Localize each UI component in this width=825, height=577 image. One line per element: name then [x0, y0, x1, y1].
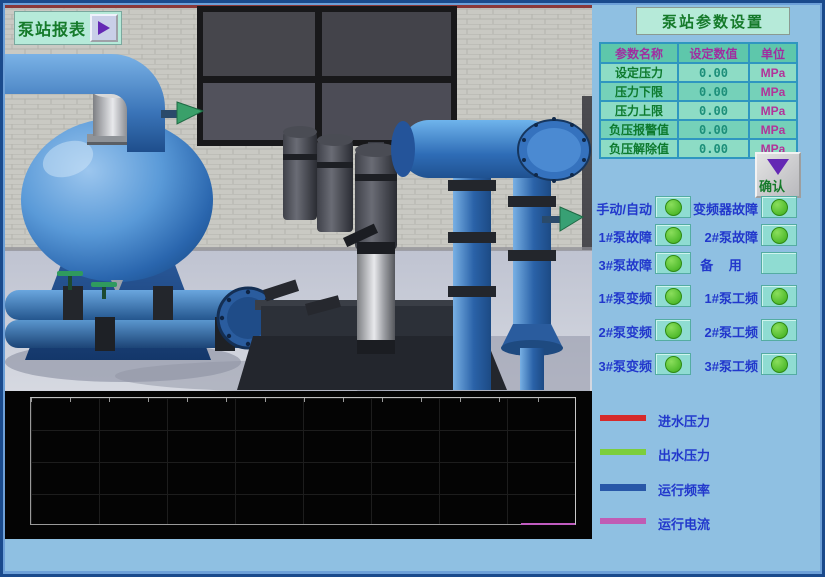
param-value-input[interactable]: 0.00 [678, 120, 749, 139]
confirm-button-label: 确认 [759, 176, 785, 195]
lamp-green-icon [665, 356, 682, 373]
indicator-label: 1#泵工频 [690, 288, 758, 307]
legend-swatch-inlet [600, 415, 646, 421]
indicator-lamp-pump2-vfd [655, 319, 691, 341]
legend-label: 运行频率 [658, 480, 710, 499]
param-unit: MPa [749, 63, 797, 82]
current-trend-line [521, 523, 575, 525]
indicator-lamp-pump1-vfd [655, 285, 691, 307]
param-name: 压力上限 [600, 101, 678, 120]
param-value-input[interactable]: 0.00 [678, 139, 749, 158]
indicator-lamp-pump1-mains [761, 285, 797, 307]
lamp-green-icon [771, 199, 788, 216]
indicator-lamp-pump1-fault [655, 224, 691, 246]
column-header: 参数名称 [600, 43, 678, 63]
pump-station-3d-scene [5, 4, 592, 392]
discharge-manifold [391, 117, 590, 183]
legend-swatch-frequency [600, 484, 646, 491]
lamp-green-icon [771, 356, 788, 373]
indicator-label: 2#泵变频 [578, 322, 652, 341]
indicator-label: 3#泵变频 [578, 356, 652, 375]
indicator-label: 2#泵工频 [690, 322, 758, 341]
lamp-green-icon [771, 288, 788, 305]
lamp-green-icon [665, 288, 682, 305]
confirm-button[interactable]: 确认 [755, 152, 801, 198]
settings-panel-title: 泵站参数设置 [636, 7, 790, 35]
axis-ticks [31, 398, 575, 402]
legend-swatch-current [600, 518, 646, 524]
lamp-green-icon [665, 322, 682, 339]
indicator-lamp-pump2-mains [761, 319, 797, 341]
settings-table: 参数名称 设定数值 单位 设定压力 0.00 MPa 压力下限 0.00 MPa… [599, 42, 798, 159]
column-header: 单位 [749, 43, 797, 63]
indicator-label: 3#泵故障 [578, 255, 652, 274]
legend-label: 进水压力 [658, 411, 710, 430]
lamp-green-icon [665, 199, 682, 216]
indicator-lamp-spare [761, 252, 797, 274]
play-triangle-icon [98, 21, 110, 35]
triangle-down-icon [767, 159, 789, 175]
indicator-lamp-pump3-fault [655, 252, 691, 274]
indicator-label: 1#泵故障 [578, 227, 652, 246]
indicator-lamp-pump3-mains [761, 353, 797, 375]
lamp-green-icon [665, 227, 682, 244]
indicator-label: 变频器故障 [690, 199, 758, 218]
param-name: 压力下限 [600, 82, 678, 101]
indicator-label: 备 用 [690, 255, 758, 274]
report-button-label: 泵站报表 [18, 16, 86, 40]
lamp-green-icon [665, 255, 682, 272]
param-value-input[interactable]: 0.00 [678, 63, 749, 82]
indicator-label: 2#泵故障 [690, 227, 758, 246]
param-unit: MPa [749, 120, 797, 139]
column-header: 设定数值 [678, 43, 749, 63]
report-button[interactable]: 泵站报表 [14, 11, 122, 45]
pump-station-hmi-screen: 泵站报表 进水压力 0.00 MPa 输出功率 00.00 KW 变频器温度 0… [0, 0, 825, 577]
param-name: 设定压力 [600, 63, 678, 82]
indicator-lamp-vfd-fault [761, 196, 797, 218]
lamp-green-icon [771, 322, 788, 339]
param-value-input[interactable]: 0.00 [678, 82, 749, 101]
indicator-lamp-pump2-fault [761, 224, 797, 246]
indicator-lamp-manual-auto [655, 196, 691, 218]
indicator-label: 手动/自动 [578, 199, 652, 218]
indicator-lamp-pump3-vfd [655, 353, 691, 375]
param-unit: MPa [749, 82, 797, 101]
param-name: 负压报警值 [600, 120, 678, 139]
indicator-label: 3#泵工频 [690, 356, 758, 375]
trend-plot-area [30, 397, 576, 525]
trend-chart [5, 391, 592, 539]
param-name: 负压解除值 [600, 139, 678, 158]
lamp-green-icon [771, 227, 788, 244]
legend-swatch-outlet [600, 449, 646, 455]
param-unit: MPa [749, 101, 797, 120]
legend-label: 运行电流 [658, 514, 710, 533]
param-value-input[interactable]: 0.00 [678, 101, 749, 120]
report-nav-button[interactable] [90, 14, 118, 42]
legend-label: 出水压力 [658, 445, 710, 464]
indicator-label: 1#泵变频 [578, 288, 652, 307]
